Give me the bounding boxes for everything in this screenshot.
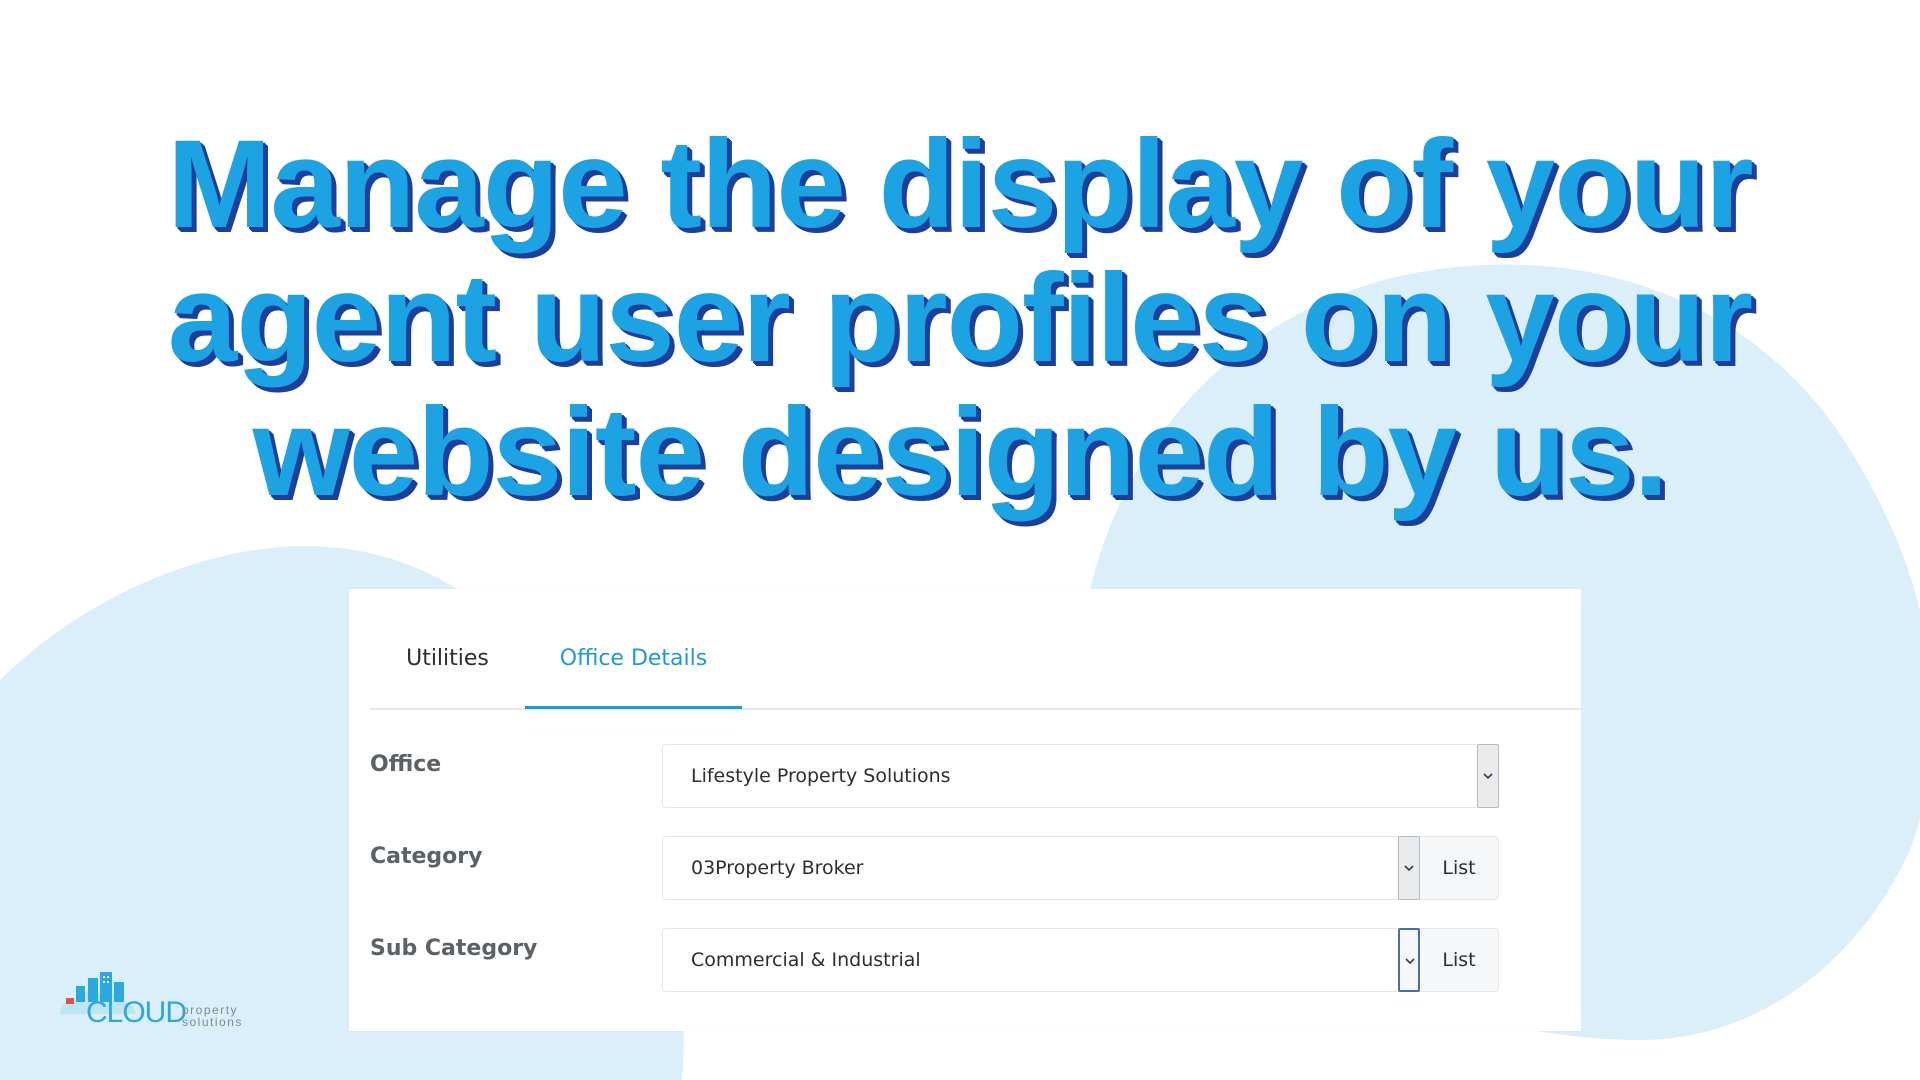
tab-office-details[interactable]: Office Details (525, 589, 742, 709)
sub-category-label: Sub Category (370, 936, 538, 961)
category-select-value: 03Property Broker (691, 857, 864, 879)
tab-bar: Utilities Office Details (370, 589, 1581, 710)
category-select[interactable]: 03Property Broker (662, 836, 1420, 900)
slide: Manage the display of your agent user pr… (0, 0, 1920, 1080)
headline-line-1: Manage the display of your (167, 115, 1753, 254)
office-details-panel: Utilities Office Details Office Lifestyl… (349, 589, 1581, 1031)
sub-category-field-row: Sub Category Commercial & Industrial Lis… (370, 928, 1520, 994)
headline-line-3: website designed by us. (252, 383, 1669, 522)
office-dropdown-toggle[interactable] (1477, 744, 1499, 808)
office-select-value: Lifestyle Property Solutions (691, 765, 951, 787)
tab-utilities[interactable]: Utilities (370, 589, 525, 708)
category-list-button[interactable]: List (1420, 836, 1499, 900)
cloud-property-logo: CLOUD property solutions (58, 968, 258, 1034)
sub-category-select-value: Commercial & Industrial (691, 949, 921, 971)
office-field-row: Office Lifestyle Property Solutions (370, 744, 1520, 810)
chevron-down-icon (1483, 773, 1493, 780)
sub-category-select[interactable]: Commercial & Industrial (662, 928, 1420, 992)
category-field-row: Category 03Property Broker List (370, 836, 1520, 902)
headline: Manage the display of your agent user pr… (0, 118, 1920, 520)
headline-line-2: agent user profiles on your (167, 249, 1753, 388)
logo-wordmark: CLOUD (86, 996, 187, 1029)
office-label: Office (370, 752, 442, 777)
sub-category-dropdown-toggle[interactable] (1398, 928, 1420, 992)
chevron-down-icon (1405, 958, 1415, 965)
sub-category-list-button[interactable]: List (1420, 928, 1499, 992)
logo-tagline-line-2: solutions (182, 1015, 243, 1029)
chevron-down-icon (1404, 865, 1414, 872)
logo-tagline: property solutions (182, 1004, 243, 1028)
category-dropdown-toggle[interactable] (1398, 836, 1420, 900)
category-label: Category (370, 844, 483, 869)
office-select[interactable]: Lifestyle Property Solutions (662, 744, 1499, 808)
